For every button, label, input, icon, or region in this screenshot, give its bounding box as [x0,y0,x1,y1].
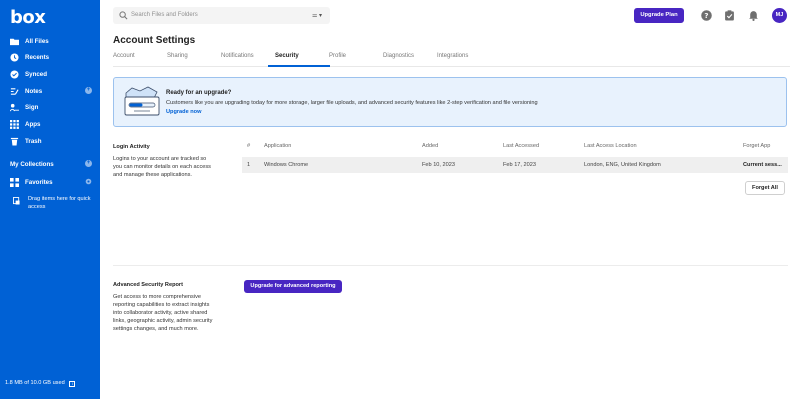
login-activity-description: Logins to your account are tracked so yo… [113,156,211,178]
check-circle-icon [10,70,19,79]
advanced-report-description: Get access to more comprehensive reporti… [113,294,213,332]
sidebar-item-label: Sign [25,104,39,111]
add-collection-icon[interactable]: + [85,160,92,167]
filter-dropdown[interactable]: ⚌ ▾ [312,12,322,19]
gear-icon[interactable] [85,178,92,185]
info-icon[interactable]: i [69,381,76,387]
banner-body: Customers like you are upgrading today f… [166,100,538,106]
column-header: Added [422,143,439,149]
row-location: London, ENG, United Kingdom [584,162,661,168]
tab-sharing[interactable]: Sharing [167,53,188,59]
favorites-grid-icon [10,178,19,187]
table-row: 1 Windows Chrome Feb 10, 2023 Feb 17, 20… [242,157,788,173]
search-bar[interactable]: Search Files and Folders ⚌ ▾ [113,7,330,24]
notes-icon [10,88,19,95]
tasks-icon[interactable] [724,10,735,21]
sidebar-item-recents[interactable]: Recents [0,49,100,65]
column-header: Last Accessed [503,143,540,149]
sidebar-item-label: Favorites [25,179,53,186]
advanced-report-title: Advanced Security Report [113,282,183,288]
my-collections-header[interactable]: My Collections + [10,160,92,168]
drag-target-icon [13,197,20,205]
row-last-accessed: Feb 17, 2023 [503,162,536,168]
upgrade-banner: Ready for an upgrade? Customers like you… [113,77,787,127]
tab-account[interactable]: Account [113,53,135,59]
box-logo[interactable]: box [10,7,46,28]
sidebar-item-label: Recents [25,54,50,61]
upgrade-plan-button[interactable]: Upgrade Plan [634,8,684,23]
upgrade-now-link[interactable]: Upgrade now [166,109,201,115]
search-icon [119,11,128,20]
login-activity-title: Login Activity [113,144,150,150]
grid-icon [10,120,19,129]
forget-all-button[interactable]: Forget All [745,181,785,195]
tab-security[interactable]: Security [275,53,299,59]
clock-icon [10,53,19,62]
search-input[interactable]: Search Files and Folders [131,12,198,18]
banner-title: Ready for an upgrade? [166,90,232,96]
sidebar-item-label: Notes [25,88,43,95]
column-header: Application [264,143,292,149]
sign-icon [10,103,19,112]
sidebar-item-sign[interactable]: Sign [0,99,100,115]
row-application: Windows Chrome [264,162,309,168]
user-avatar[interactable]: MJ [772,8,787,23]
settings-tabs: Account Sharing Notifications Security P… [113,53,790,67]
sidebar-item-synced[interactable]: Synced [0,66,100,82]
column-header: Forget App [743,143,771,149]
my-collections-label: My Collections [10,161,54,168]
tab-diagnostics[interactable]: Diagnostics [383,53,414,59]
tab-integrations[interactable]: Integrations [437,53,468,59]
row-number: 1 [247,162,251,168]
sidebar-item-all-files[interactable]: All Files [0,33,100,49]
svg-text:?: ? [704,11,708,20]
add-note-icon[interactable]: + [85,87,92,94]
folder-icon [10,38,19,46]
sidebar-item-label: Synced [25,71,48,78]
column-header: Last Access Location [584,143,637,149]
notifications-bell-icon[interactable] [748,10,759,21]
sidebar-item-favorites[interactable]: Favorites [0,174,100,190]
storage-usage: 1.8 MB of 10.0 GB used i [5,380,76,387]
sidebar-item-label: Apps [25,121,41,128]
tab-notifications[interactable]: Notifications [221,53,254,59]
sidebar-item-notes[interactable]: Notes + [0,83,100,99]
sidebar-item-label: All Files [25,38,49,45]
column-header: # [247,143,251,149]
tab-profile[interactable]: Profile [329,53,346,59]
storage-text: 1.8 MB of 10.0 GB used [5,380,65,386]
active-tab-indicator [268,65,330,67]
section-divider [113,265,788,266]
quick-access-text: Drag items here for quick access [28,196,91,210]
page-title: Account Settings [113,35,196,46]
upgrade-illustration-icon [124,86,160,116]
sidebar: box All Files Recents Synced Notes + Sig… [0,0,100,399]
row-added: Feb 10, 2023 [422,162,455,168]
upgrade-advanced-reporting-button[interactable]: Upgrade for advanced reporting [244,280,342,293]
row-forget-app: Current sess... [743,162,782,168]
sidebar-item-trash[interactable]: Trash [0,133,100,149]
trash-icon [10,137,19,146]
sidebar-item-label: Trash [25,138,42,145]
help-icon[interactable]: ? [701,10,712,21]
sidebar-item-apps[interactable]: Apps [0,116,100,132]
